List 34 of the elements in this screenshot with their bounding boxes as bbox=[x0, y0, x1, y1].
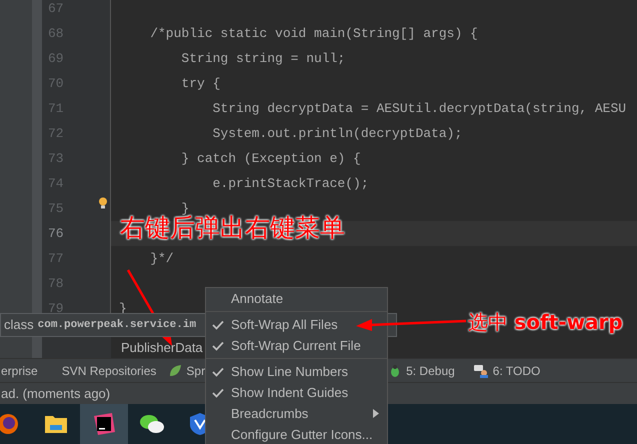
code-line: try { bbox=[180, 74, 220, 93]
menu-item[interactable]: Configure Gutter Icons... bbox=[206, 424, 387, 444]
tool-window-button[interactable]: SVN Repositories bbox=[62, 362, 156, 380]
tool-window-button[interactable]: Spr bbox=[168, 362, 206, 380]
status-text: ad. (moments ago) bbox=[1, 384, 110, 403]
menu-item[interactable]: Show Line Numbers bbox=[206, 361, 387, 382]
tool-window-button[interactable]: 5: Debug bbox=[388, 362, 455, 380]
chat-bubbles-icon bbox=[139, 413, 165, 435]
code-line: }*/ bbox=[149, 250, 174, 268]
code-line: } catch (Exception e) { bbox=[180, 150, 361, 168]
browser-icon bbox=[0, 412, 20, 436]
breadcrumb[interactable]: PublisherData bbox=[121, 337, 203, 358]
menu-item[interactable]: Breadcrumbs bbox=[206, 403, 387, 424]
tooltip-text: class bbox=[4, 316, 34, 334]
code-line: System.out.println(decryptData); bbox=[212, 124, 462, 143]
ide-logo-icon bbox=[92, 412, 116, 436]
menu-item[interactable]: Soft-Wrap Current File bbox=[206, 335, 387, 356]
menu-item[interactable]: Annotate bbox=[206, 288, 387, 309]
tool-window-button[interactable]: erprise bbox=[1, 362, 38, 380]
lightbulb-icon[interactable] bbox=[98, 197, 108, 209]
line-number: 76 bbox=[48, 224, 64, 243]
code-line: e.printStackTrace(); bbox=[212, 174, 369, 193]
menu-item[interactable]: Show Indent Guides bbox=[206, 382, 387, 403]
code-line: /*public static void main(String[] args) { bbox=[149, 24, 478, 43]
code-line: } bbox=[181, 200, 190, 216]
code-line: String decryptData = AESUtil.decryptData(string, AESU bbox=[212, 100, 626, 118]
menu-item[interactable]: Soft-Wrap All Files bbox=[206, 314, 387, 335]
code-line: String string = null; bbox=[180, 50, 346, 68]
class-name: com.powerpeak.service.im bbox=[38, 318, 196, 333]
folder-icon bbox=[44, 413, 68, 435]
tool-window-button[interactable]: 6: TODO bbox=[472, 362, 540, 380]
annotation-text: 选中 soft-warp bbox=[468, 309, 623, 336]
checklist-icon bbox=[472, 364, 489, 378]
leaf-icon bbox=[168, 364, 182, 378]
